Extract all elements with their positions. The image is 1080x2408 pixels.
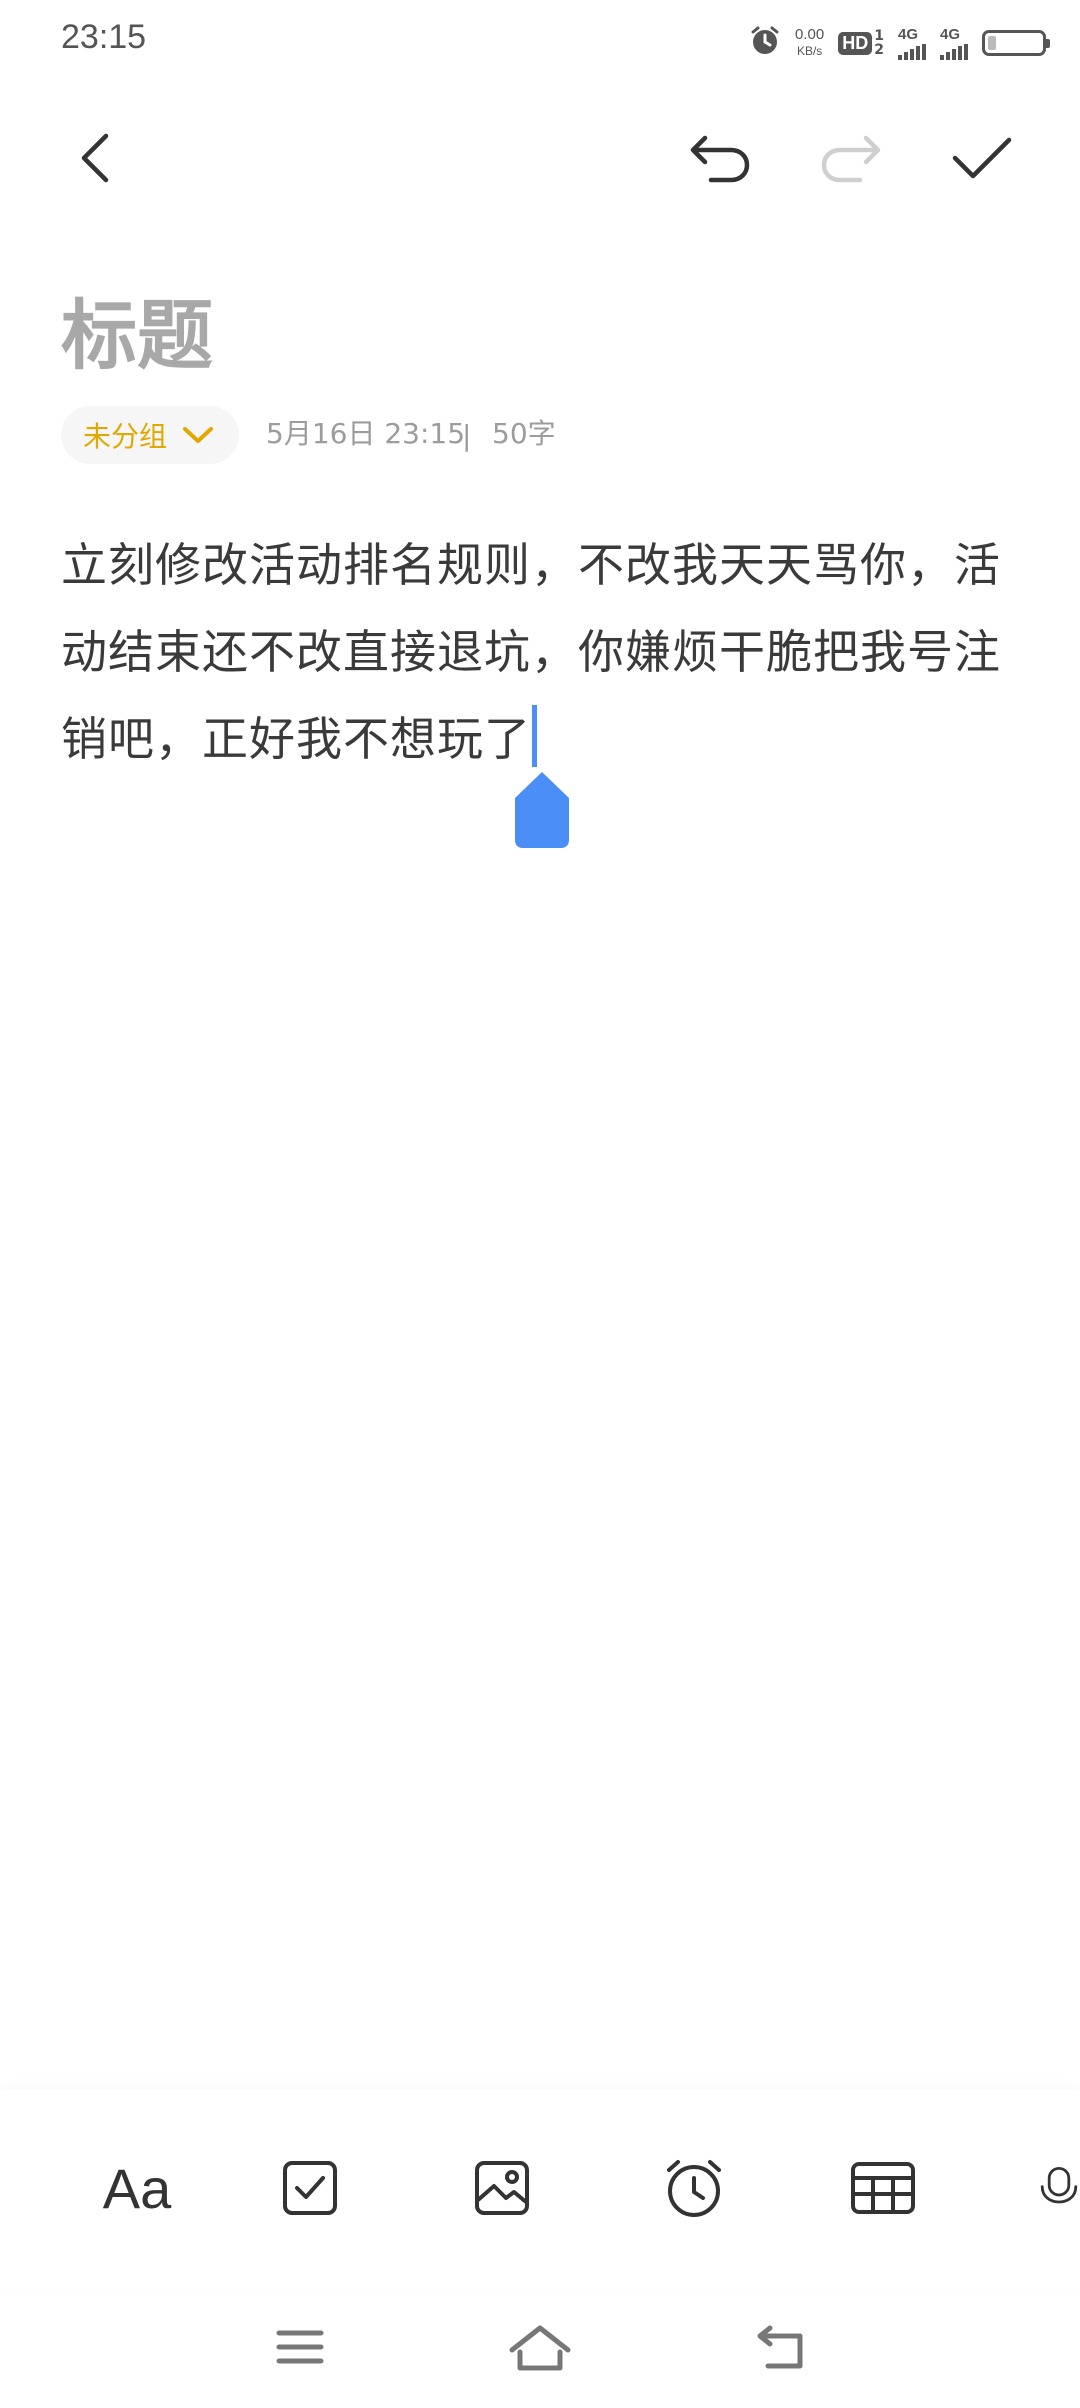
category-dropdown[interactable]: 未分组 [61,406,240,464]
microphone-icon [1040,2167,1078,2204]
redo-button[interactable] [811,118,891,198]
text-style-icon: Aa [102,2156,172,2220]
category-label: 未分组 [83,420,168,453]
redo-icon [821,135,881,183]
undo-button[interactable] [680,118,760,198]
signal-4g-icon: 4G [898,27,926,60]
nav-home-button[interactable] [500,2312,580,2382]
hd-sim-2: 2 [874,42,884,58]
chevron-left-icon [81,133,109,183]
hd-sim-1: 1 [874,28,884,44]
battery-level [988,36,996,50]
note-date: 5月16日 23:15 [266,417,466,450]
text-style-button[interactable]: Aa [82,2148,192,2228]
meta-separator: | [462,419,472,452]
undo-icon [690,135,750,183]
home-icon [509,2325,571,2371]
note-body-text: 立刻修改活动排名规则，不改我天天骂你，活动结束还不改直接退坑，你嫌烦干脆把我号注… [61,538,1001,766]
table-icon [851,2162,915,2214]
hd-voice-icon: HD 1 2 [838,29,884,57]
alarm-reminder-icon [667,2160,721,2217]
table-button[interactable] [843,2148,923,2228]
note-body-editor[interactable]: 立刻修改活动排名规则，不改我天天骂你，活动结束还不改直接退坑，你嫌烦干脆把我号注… [61,522,1027,783]
back-icon [757,2325,803,2369]
net-speed-value: 0.00 [795,26,825,43]
image-button[interactable] [462,2148,542,2228]
battery-icon [982,30,1050,56]
back-button[interactable] [56,118,136,198]
done-button[interactable] [942,118,1022,198]
nav-back-button[interactable] [740,2312,820,2382]
note-title-input[interactable]: 标题 [61,286,213,386]
text-cursor [532,705,537,767]
signal-4g-icon: 4G [940,27,968,60]
status-time: 23:15 [61,18,147,56]
nav-menu-button[interactable] [260,2312,340,2382]
checkmark-icon [952,137,1012,179]
cursor-handle-icon [515,772,569,848]
chevron-down-icon [183,427,214,443]
voice-input-button[interactable] [1038,2148,1080,2228]
word-count: 50字 [492,417,556,450]
status-icons: 0.00 KB/s HD 1 2 4G 4G [749,18,1050,68]
image-icon [475,2161,529,2215]
reminder-button[interactable] [654,2148,734,2228]
alarm-icon [749,25,781,61]
hd-label: HD [838,31,873,55]
checklist-button[interactable] [270,2148,350,2228]
checklist-icon [283,2161,337,2215]
menu-icon [276,2330,324,2364]
cursor-handle[interactable] [511,770,573,854]
signal-2-label: 4G [940,25,961,43]
net-speed-unit: KB/s [796,44,823,58]
signal-1-label: 4G [898,25,919,43]
net-speed: 0.00 KB/s [795,26,824,60]
